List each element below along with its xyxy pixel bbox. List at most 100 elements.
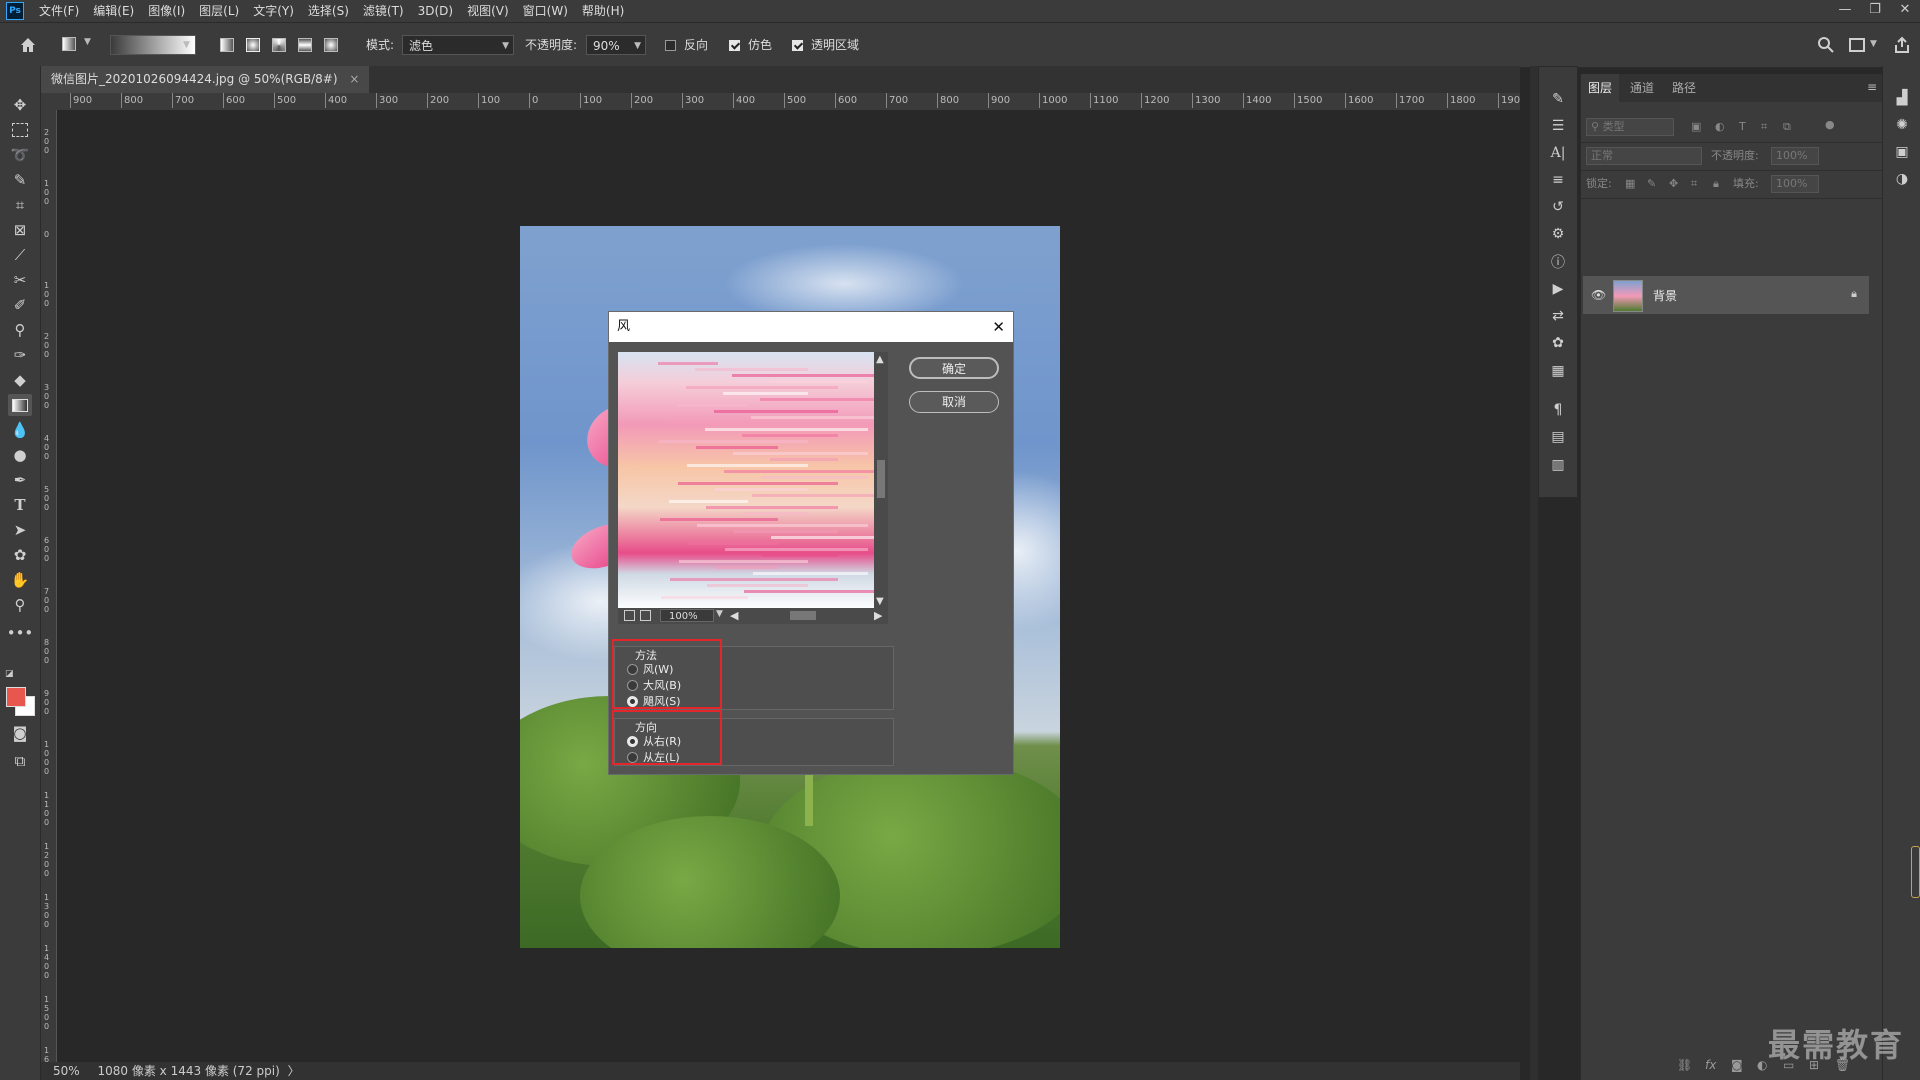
home-icon[interactable]	[18, 35, 38, 55]
menu-window[interactable]: 窗口(W)	[516, 0, 575, 22]
blur-tool-icon[interactable]: 💧	[8, 419, 32, 441]
history-icon[interactable]: ↺	[1548, 197, 1568, 217]
menu-view[interactable]: 视图(V)	[460, 0, 516, 22]
filter-toggle-icon[interactable]: ●	[1825, 116, 1835, 134]
gradient-picker-chevron-icon[interactable]: ▼	[183, 40, 190, 50]
filter-type-icon[interactable]: T	[1739, 118, 1746, 136]
eraser-tool-icon[interactable]: ◆	[8, 369, 32, 391]
menu-type[interactable]: 文字(Y)	[246, 0, 301, 22]
visibility-eye-icon[interactable]: 👁︎	[1591, 288, 1606, 302]
dodge-tool-icon[interactable]: ●	[8, 444, 32, 466]
scroll-thumb-horizontal[interactable]	[790, 611, 816, 620]
ruler-vertical[interactable]: 200 100 0 100 200 300 400 500 600 700 800 900 1000 11…	[41, 110, 57, 1062]
stamp-tool-icon[interactable]: ⚲	[8, 319, 32, 341]
menu-help[interactable]: 帮助(H)	[575, 0, 631, 22]
cancel-button[interactable]: 取消	[909, 391, 999, 413]
character-icon[interactable]: A|	[1548, 143, 1568, 163]
workspace-chevron-icon[interactable]: ▼	[1870, 39, 1877, 49]
properties-icon[interactable]: ⚙	[1548, 224, 1568, 244]
layer-opacity-input[interactable]: 100%	[1771, 147, 1819, 165]
document-tab[interactable]: 微信图片_20201026094424.jpg @ 50%(RGB/8#) ×	[41, 66, 370, 93]
filter-smart-object-icon[interactable]: ⧉	[1783, 118, 1791, 136]
brush-settings-icon[interactable]: ✎	[1548, 89, 1568, 109]
healing-tool-icon[interactable]: ✂	[8, 269, 32, 291]
paragraph-styles-icon[interactable]: ≡	[1548, 170, 1568, 190]
notes-icon[interactable]: ▥	[1548, 455, 1568, 475]
lock-transparent-icon[interactable]: ▦	[1625, 175, 1635, 193]
scroll-left-icon[interactable]: ◀	[730, 609, 738, 622]
share-icon[interactable]	[1892, 35, 1912, 55]
swatches-icon[interactable]: ▦	[1548, 361, 1568, 381]
adjust-icon[interactable]: ◑	[1892, 169, 1912, 189]
layer-row-background[interactable]: 👁︎ 背景 🔒︎	[1583, 276, 1869, 314]
layer-style-icon[interactable]: fx	[1705, 1058, 1716, 1072]
navigator-icon[interactable]: ✺	[1892, 115, 1912, 135]
angle-gradient-icon[interactable]	[272, 38, 286, 52]
move-tool-icon[interactable]: ✥	[8, 94, 32, 116]
quick-mask-icon[interactable]: ◙	[8, 722, 32, 744]
search-icon[interactable]	[1816, 35, 1836, 55]
lock-artboard-icon[interactable]: ⌗	[1691, 175, 1697, 193]
fill-input[interactable]: 100%	[1771, 175, 1819, 193]
paragraph-icon[interactable]: ¶	[1548, 400, 1568, 420]
zoom-out-icon[interactable]	[624, 610, 635, 621]
dialog-titlebar[interactable]: 风 ✕	[609, 312, 1013, 342]
type-tool-icon[interactable]: T	[8, 494, 32, 516]
more-tools-icon[interactable]: •••	[7, 622, 34, 644]
tab-layers[interactable]: 图层	[1581, 74, 1620, 102]
brush-tool-icon[interactable]: ✐	[8, 294, 32, 316]
zoom-chevron-icon[interactable]: ▼	[716, 609, 723, 619]
diamond-gradient-icon[interactable]	[324, 38, 338, 52]
filter-preview[interactable]	[618, 352, 874, 610]
workspace-icon[interactable]	[1849, 38, 1865, 52]
layer-filter-select[interactable]: ⚲ 类型	[1586, 118, 1674, 136]
scroll-up-icon[interactable]: ▲	[876, 354, 884, 365]
preview-scrollbar-vertical[interactable]: ▲ ▼	[874, 352, 888, 610]
screen-mode-icon[interactable]: ⧉	[8, 750, 32, 772]
adjustments-icon[interactable]: ☰	[1548, 116, 1568, 136]
panel-menu-icon[interactable]: ≡	[1867, 80, 1877, 94]
ok-button[interactable]: 确定	[909, 357, 999, 379]
menu-filter[interactable]: 滤镜(T)	[356, 0, 411, 22]
reflected-gradient-icon[interactable]	[298, 38, 312, 52]
lock-all-icon[interactable]: 🔒︎	[1713, 175, 1719, 193]
restore-button[interactable]: ❐	[1860, 0, 1890, 22]
lock-image-icon[interactable]: ✎	[1647, 175, 1656, 193]
chevron-down-icon[interactable]: ▼	[84, 37, 91, 47]
scroll-right-icon[interactable]: ▶	[874, 609, 882, 622]
shape-tool-icon[interactable]: ✿	[8, 544, 32, 566]
clone-source-icon[interactable]: ⇄	[1548, 306, 1568, 326]
filter-pixel-icon[interactable]: ▣	[1691, 118, 1701, 136]
info-icon[interactable]: ⓘ	[1548, 252, 1568, 272]
menu-layer[interactable]: 图层(L)	[192, 0, 246, 22]
path-select-tool-icon[interactable]: ➤	[8, 519, 32, 541]
swap-colors-icon[interactable]: ◪	[5, 669, 15, 679]
lasso-tool-icon[interactable]: ➰	[8, 144, 32, 166]
mode-select[interactable]: 滤色 ▼	[402, 35, 514, 55]
crop-tool-icon[interactable]: ⌗	[8, 194, 32, 216]
tab-channels[interactable]: 通道	[1623, 74, 1661, 102]
dither-checkbox[interactable]	[729, 40, 740, 51]
color-icon[interactable]: ✿	[1548, 333, 1568, 353]
foreground-color-swatch[interactable]	[6, 687, 26, 707]
learn-icon[interactable]: ▣	[1892, 142, 1912, 162]
filter-adjustment-icon[interactable]: ◐	[1715, 118, 1725, 136]
zoom-in-icon[interactable]	[640, 610, 651, 621]
gradient-tool-preset-icon[interactable]	[62, 37, 76, 51]
dialog-close-icon[interactable]: ✕	[992, 312, 1005, 342]
transparency-checkbox[interactable]	[792, 40, 803, 51]
zoom-tool-icon[interactable]: ⚲	[8, 594, 32, 616]
quick-select-tool-icon[interactable]: ✎	[8, 169, 32, 191]
radial-gradient-icon[interactable]	[246, 38, 260, 52]
link-layers-icon[interactable]: ⛓	[1677, 1058, 1692, 1072]
scroll-thumb-vertical[interactable]	[877, 460, 885, 498]
blend-mode-select[interactable]: 正常	[1586, 147, 1702, 165]
status-zoom[interactable]: 50%	[53, 1064, 80, 1078]
scroll-thumb[interactable]	[1911, 846, 1920, 898]
close-window-button[interactable]: ✕	[1890, 0, 1920, 22]
history-brush-tool-icon[interactable]: ✑	[8, 344, 32, 366]
linear-gradient-icon[interactable]	[220, 38, 234, 52]
pen-tool-icon[interactable]: ✒	[8, 469, 32, 491]
marquee-tool-icon[interactable]	[8, 119, 32, 141]
preview-zoom-select[interactable]: 100%	[660, 609, 714, 622]
